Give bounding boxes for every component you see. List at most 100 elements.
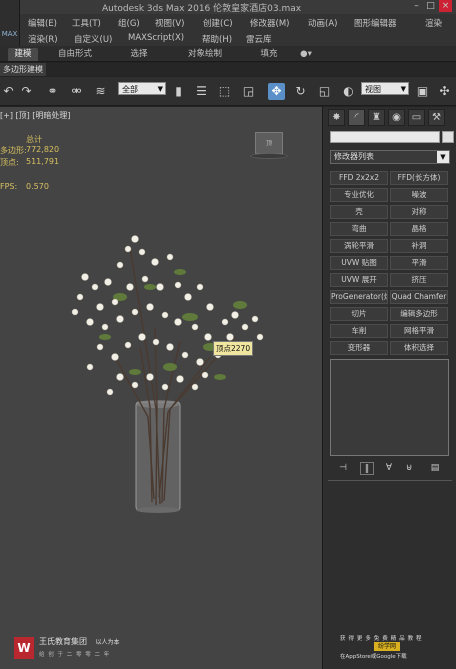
modifier-list-dropdown[interactable]: 修改器列表 ▼ [330, 150, 450, 164]
modifier-button[interactable]: 噪波 [390, 188, 448, 202]
menu-animation[interactable]: 动画(A) [308, 17, 337, 29]
modifier-button[interactable]: 体积选择 [390, 341, 448, 355]
menu-modifiers[interactable]: 修改器(M) [250, 17, 289, 29]
pin-stack-icon[interactable]: ⊣ [336, 462, 350, 475]
display-panel-icon[interactable]: ▭ [408, 109, 425, 126]
modifier-button[interactable]: ProGenerator(烘焙) [330, 290, 388, 304]
select-object-icon[interactable]: ▮ [170, 83, 187, 100]
modifier-button[interactable]: 车削 [330, 324, 388, 338]
modifier-button[interactable]: 涡轮平滑 [330, 239, 388, 253]
company-logo: W [14, 637, 34, 659]
menu-maxscript[interactable]: MAXScript(X) [128, 33, 184, 43]
motion-panel-icon[interactable]: ◉ [388, 109, 405, 126]
viewport-top[interactable]: [+] [顶] [明暗处理] 总计 多边形: 772,820 顶点: 511,7… [0, 107, 322, 669]
modifier-button[interactable]: UVW 贴图 [330, 256, 388, 270]
rect-select-region-icon[interactable]: ⬚ [216, 83, 233, 100]
select-scale-icon[interactable]: ◱ [316, 83, 333, 100]
modifier-button[interactable]: 切片 [330, 307, 388, 321]
make-unique-icon[interactable]: ∀ [382, 462, 396, 475]
modifier-button[interactable]: FFD 2x2x2 [330, 171, 388, 185]
tab-modeling[interactable]: 建模 [8, 48, 38, 61]
modifier-button[interactable]: 对称 [390, 205, 448, 219]
window-title: Autodesk 3ds Max 2016 伦敦皇家酒店03.max [102, 4, 302, 14]
stats-vertices-value: 511,791 [26, 157, 60, 166]
tab-selection[interactable]: 选择 [124, 48, 154, 61]
redo-icon[interactable]: ↷ [18, 83, 35, 100]
modifier-button[interactable]: 平滑 [390, 256, 448, 270]
fps-label: FPS: [0, 182, 18, 191]
modifier-button[interactable]: 壳 [330, 205, 388, 219]
bind-spacewarp-icon[interactable]: ≋ [92, 83, 109, 100]
remove-modifier-icon[interactable]: ⊎ [402, 462, 416, 475]
flower-vase-model[interactable] [60, 227, 280, 517]
reference-coord-dropdown[interactable]: 视图 ▼ [361, 82, 409, 95]
chevron-down-icon: ▼ [400, 85, 406, 93]
menu-edit[interactable]: 编辑(E) [28, 17, 57, 29]
select-manipulate-icon[interactable]: ✣ [436, 83, 453, 100]
modifier-button[interactable]: 挤压 [390, 273, 448, 287]
modifier-button[interactable]: 专业优化 [330, 188, 388, 202]
tutorial-promo-text: 获 得 更 多 免 费 精 品 教 程 [340, 636, 423, 642]
tab-polygon-modeling[interactable]: 多边形建模 [0, 63, 46, 76]
viewcube[interactable]: 顶 [255, 132, 283, 154]
utilities-panel-icon[interactable]: ⚒ [428, 109, 445, 126]
select-rotate-icon[interactable]: ↻ [292, 83, 309, 100]
modifier-button[interactable]: 编辑多边形 [390, 307, 448, 321]
viewport-label[interactable]: [+] [顶] [明暗处理] [0, 110, 71, 121]
modifier-list-label: 修改器列表 [334, 152, 374, 161]
modifier-button[interactable]: UVW 展开 [330, 273, 388, 287]
stats-polygons-value: 772,820 [26, 145, 60, 154]
menu-cloud-library[interactable]: 雷云库 [246, 33, 272, 45]
ribbon-tabs: 建模 自由形式 选择 对象绘制 填充 ●▾ [0, 46, 456, 62]
maximize-button[interactable]: □ [424, 0, 437, 12]
unlink-icon[interactable]: ⚮ [68, 83, 85, 100]
link-icon[interactable]: ⚭ [44, 83, 61, 100]
modifier-button[interactable]: 补洞 [390, 239, 448, 253]
menu-rendering[interactable]: 渲染 [425, 17, 442, 29]
menu-group[interactable]: 组(G) [118, 17, 140, 29]
tab-object-paint[interactable]: 对象绘制 [180, 48, 230, 61]
pivot-center-icon[interactable]: ▣ [414, 83, 431, 100]
show-end-result-icon[interactable]: ‖ [360, 462, 374, 475]
chevron-down-icon: ▼ [437, 151, 449, 163]
menu-customize[interactable]: 自定义(U) [74, 33, 112, 45]
company-tagline: 以人为本 [95, 639, 120, 646]
menu-help[interactable]: 帮助(H) [202, 33, 232, 45]
company-name-text: 王氏教育集团 [39, 637, 87, 646]
modifier-button[interactable]: Quad Chamfer [390, 290, 448, 304]
modifier-button[interactable]: 晶格 [390, 222, 448, 236]
close-button[interactable]: × [439, 0, 452, 12]
configure-modifier-sets-icon[interactable]: ▤ [428, 462, 442, 475]
hierarchy-panel-icon[interactable]: ♜ [368, 109, 385, 126]
watermark-company: W 王氏教育集团 以人为本 给 创 于 二 零 零 二 年 [12, 633, 142, 663]
menu-render[interactable]: 渲染(R) [28, 33, 58, 45]
modifier-button[interactable]: 弯曲 [330, 222, 388, 236]
object-name-field[interactable] [330, 131, 440, 143]
modifier-button[interactable]: 变形器 [330, 341, 388, 355]
menu-create[interactable]: 创建(C) [203, 17, 233, 29]
panel-divider [328, 480, 452, 481]
minimize-button[interactable]: – [410, 0, 423, 12]
command-panel-tabs: ✸ ◜ ♜ ◉ ▭ ⚒ [323, 107, 456, 127]
selection-filter-dropdown[interactable]: 全部 ▼ [118, 82, 166, 95]
object-color-swatch[interactable] [442, 131, 454, 143]
modify-panel-icon[interactable]: ◜ [348, 109, 365, 126]
create-panel-icon[interactable]: ✸ [328, 109, 345, 126]
select-by-name-icon[interactable]: ☰ [193, 83, 210, 100]
tab-populate[interactable]: 填充 [254, 48, 284, 61]
modifier-button[interactable]: FFD(长方体) [390, 171, 448, 185]
undo-icon[interactable]: ↶ [0, 83, 17, 100]
modifier-stack[interactable] [330, 359, 449, 456]
chevron-down-icon: ▼ [157, 85, 163, 93]
window-crossing-icon[interactable]: ◲ [240, 83, 257, 100]
viewcube-compass[interactable] [250, 153, 288, 159]
ribbon-options-icon[interactable]: ●▾ [296, 48, 316, 61]
modifier-button[interactable]: 网格平滑 [390, 324, 448, 338]
select-move-icon[interactable]: ✥ [268, 83, 285, 100]
menu-graph-editors[interactable]: 图形编辑器 [354, 17, 397, 29]
menu-views[interactable]: 视图(V) [155, 17, 184, 29]
app-menu-button[interactable]: MAX [0, 0, 20, 46]
tab-freeform[interactable]: 自由形式 [52, 48, 98, 61]
place-icon[interactable]: ◐ [340, 83, 357, 100]
menu-tools[interactable]: 工具(T) [72, 17, 101, 29]
